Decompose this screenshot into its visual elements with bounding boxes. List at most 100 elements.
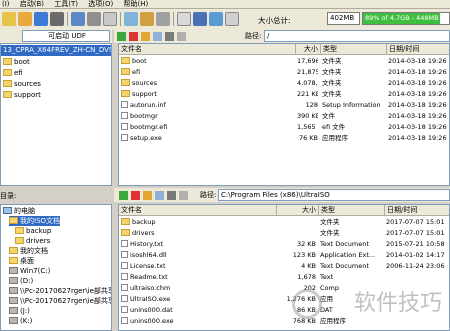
image-table-row[interactable]: efi 21,875 KB 文件夹 2014-03-18 19:26 — [119, 67, 449, 78]
up-arrow-icon[interactable] — [117, 32, 126, 41]
local-nav-bar: 路径: C:\Program Files (x86)\UltraISO — [114, 188, 450, 202]
local-tree-item[interactable]: 桌面 — [9, 256, 34, 266]
add-file-icon[interactable] — [153, 32, 162, 41]
col-header-size[interactable]: 大小 — [296, 44, 321, 55]
local-properties-icon[interactable] — [167, 191, 176, 200]
new-folder-icon[interactable] — [141, 32, 150, 41]
folder-icon — [9, 217, 18, 224]
burn-icon[interactable] — [140, 12, 154, 26]
image-table-row[interactable]: setup.exe 76 KB 应用程序 2014-03-18 19:26 — [119, 133, 449, 144]
open-icon[interactable] — [18, 12, 32, 26]
local-table-row[interactable]: unins000.exe 768 KB 应用程序 — [119, 316, 449, 327]
boot-type-field[interactable]: 可启动 UDF — [22, 30, 110, 42]
image-tree-item[interactable]: boot — [3, 57, 30, 68]
local-path-field[interactable]: C:\Program Files (x86)\UltraISO — [218, 189, 450, 201]
menu-item-actions[interactable]: 启动(B) — [18, 0, 50, 8]
col-header-type[interactable]: 类型 — [321, 44, 387, 55]
file-icon — [121, 112, 128, 119]
file-date: 2014-03-18 19:26 — [388, 68, 447, 76]
file-type: 应用程序 — [322, 134, 348, 142]
file-size: 21,875 KB — [297, 68, 318, 76]
folder-icon — [121, 57, 130, 64]
folder-icon — [121, 90, 130, 97]
register-icon[interactable] — [193, 12, 207, 26]
local-tree-item[interactable]: backup — [15, 226, 51, 236]
file-name: sources — [132, 79, 157, 87]
local-col-header-size[interactable]: 大小 — [277, 205, 319, 216]
help-icon[interactable] — [209, 12, 223, 26]
options-icon[interactable] — [177, 12, 191, 26]
file-name: drivers — [132, 229, 155, 237]
view-icon[interactable] — [177, 32, 186, 41]
local-col-header-name[interactable]: 文件名 — [119, 205, 277, 216]
name-cell: unins000.dat — [121, 305, 275, 316]
image-table-row[interactable]: bootmgr 390 KB 文件 2014-03-18 19:26 — [119, 111, 449, 122]
local-view-icon[interactable] — [179, 191, 188, 200]
delete-icon[interactable] — [129, 32, 138, 41]
new-icon[interactable] — [2, 12, 16, 26]
menu-item-boot[interactable]: 工具(T) — [52, 0, 84, 8]
local-col-header-date[interactable]: 日期/时间 — [385, 205, 449, 216]
image-volume-node[interactable]: 13_CPRA_X64FREV_ZH-CN_DV9 — [1, 45, 111, 56]
menu-item-options[interactable]: 帮助(H) — [121, 0, 154, 8]
mount-icon[interactable] — [124, 12, 138, 26]
name-cell: unins000.exe — [121, 316, 275, 327]
local-col-header-type[interactable]: 类型 — [319, 205, 385, 216]
local-tree-item[interactable]: 我的ISO文档 — [9, 216, 61, 226]
menu-item-file[interactable]: (I) — [0, 0, 16, 8]
name-cell: autorun.inf — [121, 100, 294, 111]
file-type: efi 文件 — [322, 123, 346, 131]
local-tree-item[interactable]: \\Pc-20170627rger\ie部共享 — [9, 296, 111, 306]
local-new-folder-icon[interactable] — [143, 191, 152, 200]
folder-icon — [15, 237, 24, 244]
make-cd-icon[interactable] — [87, 12, 101, 26]
exit-icon[interactable] — [225, 12, 239, 26]
local-tree-item[interactable]: 我的文档 — [9, 246, 48, 256]
local-table-row[interactable]: History.txt 32 KB Text Document 2015-07-21 … — [119, 239, 449, 250]
extract-icon[interactable] — [71, 12, 85, 26]
local-tree-item[interactable]: drivers — [15, 236, 50, 246]
image-table-row[interactable]: sources 4,078,68... 文件夹 2014-03-18 19:26 — [119, 78, 449, 89]
local-tree-item[interactable]: (D:) — [9, 276, 33, 286]
image-table-row[interactable]: boot 17,696 KB 文件夹 2014-03-18 19:26 — [119, 56, 449, 67]
col-header-name[interactable]: 文件名 — [119, 44, 296, 55]
file-type: 文件夹 — [322, 90, 342, 98]
compress-icon[interactable] — [103, 12, 117, 26]
file-name: unins000.exe — [130, 317, 174, 325]
save-icon[interactable] — [34, 12, 48, 26]
image-path-field[interactable]: / — [264, 30, 450, 42]
name-cell: drivers — [121, 228, 275, 239]
local-tree-item[interactable]: 的电脑 — [3, 206, 35, 216]
local-table-row[interactable]: backup 文件夹 2017-07-07 15:01 — [119, 217, 449, 228]
local-tree-item[interactable]: \\Pc-20170627rger\ie部共享 — [9, 286, 111, 296]
image-table-row[interactable]: support 221 KB 文件夹 2014-03-18 19:26 — [119, 89, 449, 100]
local-table-row[interactable]: License.txt 4 KB Text Document 2006-11-24 2… — [119, 261, 449, 272]
local-tree-item[interactable]: (J:) — [9, 306, 30, 316]
image-tree-item[interactable]: efi — [3, 68, 23, 79]
folder-icon — [121, 79, 130, 86]
save-as-icon[interactable] — [50, 12, 64, 26]
drive-icon — [9, 317, 18, 324]
virtual-drive-icon[interactable] — [156, 12, 170, 26]
local-up-arrow-icon[interactable] — [119, 191, 128, 200]
image-table-row[interactable]: autorun.inf 128 Setup Information 2014-03-1… — [119, 100, 449, 111]
local-table-row[interactable]: Readme.txt 1,678 Text — [119, 272, 449, 283]
local-add-icon[interactable] — [155, 191, 164, 200]
image-tree-item[interactable]: sources — [3, 79, 41, 90]
image-table-row[interactable]: bootmgr.efi 1,565 KB efi 文件 2014-03-18 19:2… — [119, 122, 449, 133]
local-tree-item[interactable]: (K:) — [9, 316, 32, 326]
file-size: 221 KB — [297, 90, 318, 98]
local-delete-icon[interactable] — [131, 191, 140, 200]
col-header-date[interactable]: 日期/时间 — [387, 44, 449, 55]
menu-item-tools[interactable]: 选项(O) — [86, 0, 119, 8]
properties-icon[interactable] — [165, 32, 174, 41]
local-tree-item[interactable]: Win7(C:) — [9, 266, 50, 276]
image-file-table: 文件名 大小 类型 日期/时间 boot 17,696 KB 文件夹 2014-03-… — [118, 43, 450, 186]
local-table-row[interactable]: isoshl64.dll 123 KB Application Ext... 2014… — [119, 250, 449, 261]
file-icon — [121, 101, 128, 108]
file-date: 2017-07-07 15:01 — [386, 218, 445, 226]
image-tree-item[interactable]: support — [3, 90, 41, 101]
local-table-row[interactable]: drivers 文件夹 2017-07-07 15:01 — [119, 228, 449, 239]
name-cell: boot — [121, 56, 294, 67]
file-type: 应用程序 — [320, 317, 346, 325]
